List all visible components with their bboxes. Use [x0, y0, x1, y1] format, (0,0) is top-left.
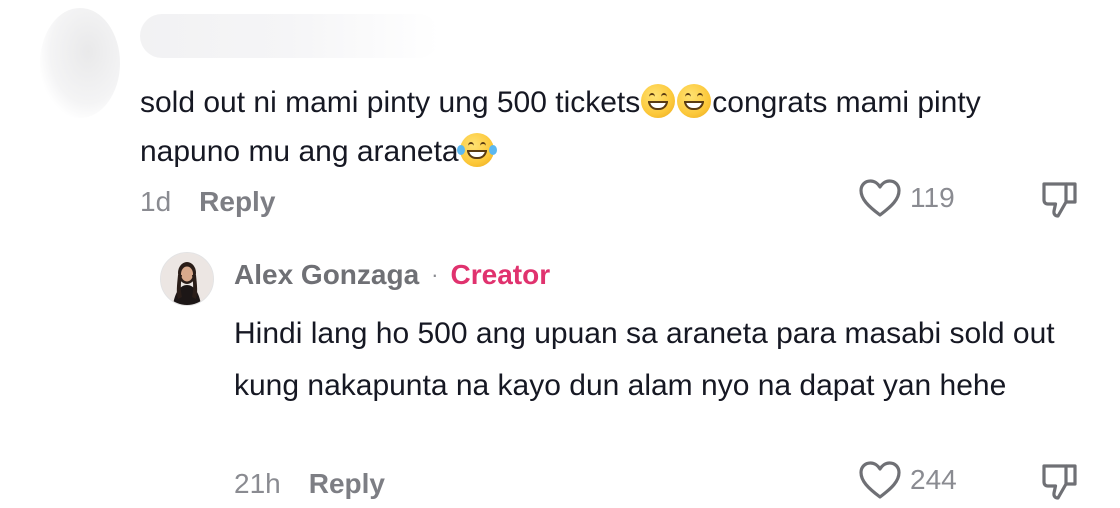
grinning-face-emoji — [641, 84, 676, 118]
blurred-username[interactable] — [140, 14, 440, 58]
face-with-tears-of-joy-emoji — [456, 133, 497, 167]
reply-comment-dislike-button[interactable] — [1040, 462, 1080, 502]
avatar[interactable] — [160, 252, 214, 306]
top-comment-like[interactable]: 119 — [858, 178, 955, 218]
heart-icon[interactable] — [858, 460, 902, 500]
top-comment-text-part1: sold out ni mami pinty ung 500 tickets — [140, 86, 641, 119]
top-comment-time: 1d — [140, 186, 172, 217]
reply-comment-like-count: 244 — [910, 464, 957, 495]
creator-badge: Creator — [450, 259, 551, 290]
reply-comment-reply-button[interactable]: Reply — [309, 468, 385, 500]
blurred-avatar[interactable] — [40, 8, 120, 118]
grinning-face-emoji — [677, 84, 712, 118]
reply-comment-meta: 21h Reply — [234, 468, 385, 500]
reply-comment-text: Hindi lang ho 500 ang upuan sa araneta p… — [234, 317, 1055, 402]
thumbs-down-icon[interactable] — [1040, 180, 1080, 220]
top-comment-dislike-button[interactable] — [1040, 180, 1080, 220]
top-comment-reply-button[interactable]: Reply — [199, 186, 275, 218]
top-comment-like-count: 119 — [910, 182, 955, 213]
top-comment-text: sold out ni mami pinty ung 500 tickets co… — [140, 78, 1060, 176]
heart-icon[interactable] — [858, 178, 902, 218]
reply-comment-time: 21h — [234, 468, 281, 499]
separator-dot: · — [431, 262, 439, 287]
thumbs-down-icon[interactable] — [1040, 462, 1080, 502]
reply-comment-like[interactable]: 244 — [858, 460, 957, 500]
top-comment-meta: 1d Reply — [140, 186, 275, 218]
reply-header: Alex Gonzaga · Creator — [234, 259, 550, 291]
reply-author-name[interactable]: Alex Gonzaga — [234, 259, 419, 291]
